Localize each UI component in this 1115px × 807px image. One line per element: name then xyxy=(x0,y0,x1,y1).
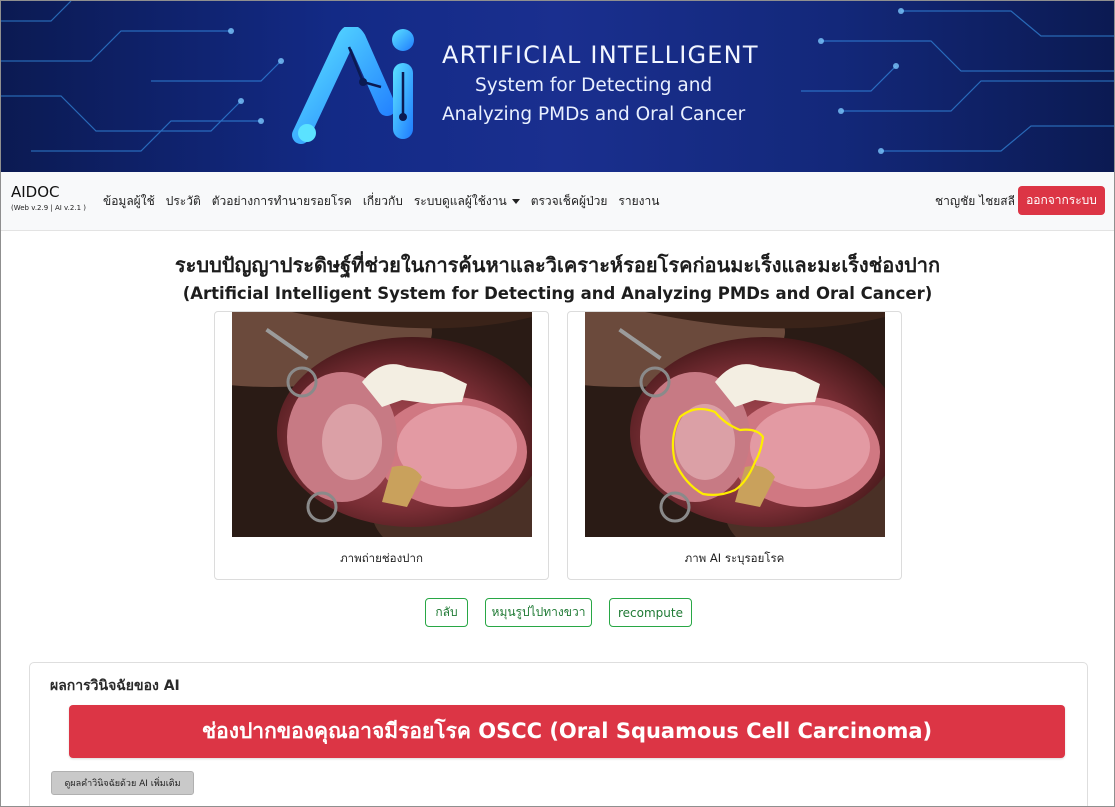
navbar: AIDOC (Web v.2.9 | AI v.2.1 ) ข้อมูลผู้ใ… xyxy=(1,172,1114,231)
version-label: (Web v.2.9 | AI v.2.1 ) xyxy=(11,204,86,212)
ai-annotated-photo xyxy=(585,312,885,537)
banner-title: ARTIFICIAL INTELLIGENT xyxy=(442,41,759,69)
page-frame: ARTIFICIAL INTELLIGENT System for Detect… xyxy=(0,0,1115,807)
ai-image-card: ภาพ AI ระบุรอยโรค xyxy=(567,311,902,580)
ai-result-card: ผลการวินิจฉัยของ AI ช่องปากของคุณอาจมีรอ… xyxy=(29,662,1088,806)
nav-item-about[interactable]: เกี่ยวกับ xyxy=(363,192,403,211)
page-title-english: (Artificial Intelligent System for Detec… xyxy=(182,284,933,303)
user-name: ชาญชัย ไชยสลี xyxy=(935,194,1015,208)
original-image-caption: ภาพถ่ายช่องปาก xyxy=(340,551,423,565)
header-banner: ARTIFICIAL INTELLIGENT System for Detect… xyxy=(1,1,1114,172)
logout-button[interactable]: ออกจากระบบ xyxy=(1018,186,1105,215)
nav-item-user-info[interactable]: ข้อมูลผู้ใช้ xyxy=(103,192,155,211)
page-title-thai: ระบบปัญญาประดิษฐ์ที่ช่วยในการค้นหาและวิเ… xyxy=(174,253,941,277)
oral-photo-graphic xyxy=(232,312,532,537)
nav-item-user-admin[interactable]: ระบบดูแลผู้ใช้งาน xyxy=(414,192,520,211)
diagnosis-banner: ช่องปากของคุณอาจมีรอยโรค OSCC (Oral Squa… xyxy=(69,705,1065,758)
more-diagnosis-button[interactable]: ดูผลคำวินิจฉัยด้วย AI เพิ่มเติม xyxy=(51,771,194,795)
oral-photo xyxy=(232,312,532,537)
nav-item-examples[interactable]: ตัวอย่างการทำนายรอยโรค xyxy=(212,192,352,211)
ai-annotated-graphic xyxy=(585,312,885,537)
brand-name[interactable]: AIDOC xyxy=(11,183,60,201)
original-image-card: ภาพถ่ายช่องปาก xyxy=(214,311,549,580)
banner-subtitle-line2: Analyzing PMDs and Oral Cancer xyxy=(442,104,746,125)
nav-item-user-admin-label: ระบบดูแลผู้ใช้งาน xyxy=(413,194,507,208)
result-title: ผลการวินิจฉัยของ AI xyxy=(50,678,180,694)
nav-item-patient-check[interactable]: ตรวจเช็คผู้ป่วย xyxy=(531,192,608,211)
recompute-button[interactable]: recompute xyxy=(609,598,692,627)
ai-logo xyxy=(292,27,414,144)
nav-item-history[interactable]: ประวัติ xyxy=(166,192,201,211)
nav-item-report[interactable]: รายงาน xyxy=(618,192,659,211)
caret-down-icon xyxy=(511,199,520,204)
nav-menu: ข้อมูลผู้ใช้ ประวัติ ตัวอย่างการทำนายรอย… xyxy=(103,192,670,211)
ai-image-caption: ภาพ AI ระบุรอยโรค xyxy=(684,551,785,565)
back-button[interactable]: กลับ xyxy=(425,598,468,627)
rotate-right-button[interactable]: หมุนรูปไปทางขวา xyxy=(485,598,592,627)
banner-subtitle-line1: System for Detecting and xyxy=(475,75,713,96)
